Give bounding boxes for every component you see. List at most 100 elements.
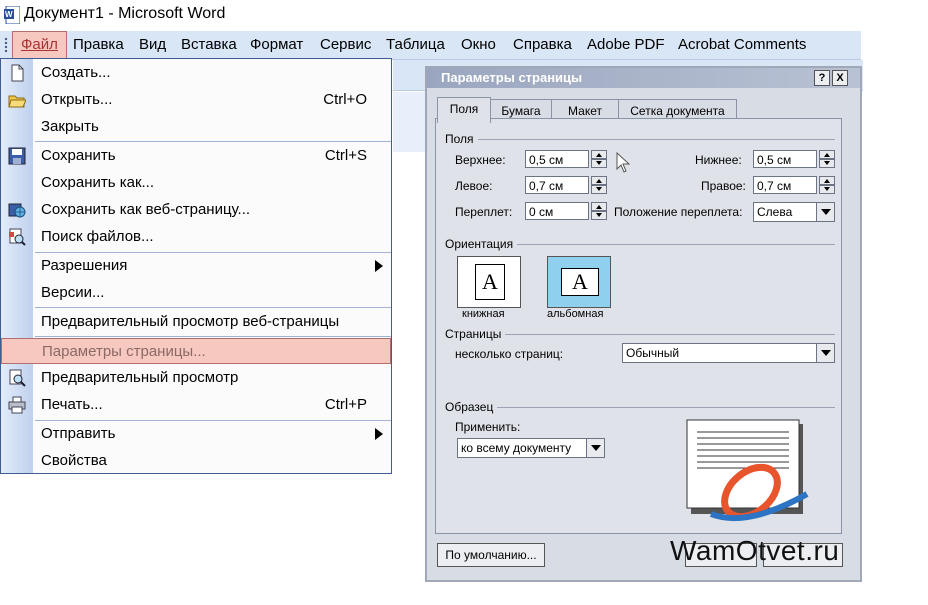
spin-up-icon[interactable]	[819, 176, 835, 185]
menu-item-print[interactable]: Печать... Ctrl+P	[1, 392, 391, 418]
multiple-pages-label: несколько страниц:	[455, 347, 564, 361]
new-document-icon	[11, 64, 24, 82]
portrait-label: книжная	[462, 308, 505, 320]
landscape-page-icon: A	[561, 268, 599, 296]
spin-up-icon[interactable]	[819, 150, 835, 159]
menu-item-save-as-web[interactable]: Сохранить как веб-страницу...	[1, 197, 391, 223]
section-divider	[445, 139, 835, 140]
orientation-section-title: Ориентация	[445, 237, 518, 251]
menu-edit[interactable]: Правка	[73, 36, 124, 53]
top-margin-spinner[interactable]: 0,5 см	[525, 150, 610, 170]
menu-item-save[interactable]: Сохранить Ctrl+S	[1, 143, 391, 169]
save-icon	[8, 147, 26, 165]
watermark-logo-icon	[709, 463, 809, 522]
chevron-down-icon[interactable]	[816, 203, 834, 221]
menu-item-page-setup[interactable]: Параметры страницы...	[1, 338, 391, 364]
landscape-option[interactable]: A	[547, 256, 611, 308]
left-margin-spinner[interactable]: 0,7 см	[525, 176, 610, 196]
menu-item-file-search[interactable]: Поиск файлов...	[1, 224, 391, 250]
spin-down-icon[interactable]	[591, 211, 607, 220]
menu-item-permissions[interactable]: Разрешения	[1, 253, 391, 279]
menu-format[interactable]: Формат	[250, 36, 303, 53]
close-button[interactable]: X	[832, 70, 848, 86]
right-margin-field[interactable]: 0,7 см	[753, 176, 817, 194]
spin-down-icon[interactable]	[819, 159, 835, 168]
save-web-icon	[8, 203, 26, 218]
spin-down-icon[interactable]	[819, 185, 835, 194]
portrait-option[interactable]: A	[457, 256, 521, 308]
print-preview-icon	[9, 369, 26, 387]
menu-item-properties[interactable]: Свойства	[1, 448, 391, 474]
menu-insert[interactable]: Вставка	[181, 36, 237, 53]
bottom-margin-spinner[interactable]: 0,5 см	[753, 150, 838, 170]
menu-table[interactable]: Таблица	[386, 36, 445, 53]
dialog-title: Параметры страницы	[441, 70, 583, 85]
spin-down-icon[interactable]	[591, 185, 607, 194]
menu-tools[interactable]: Сервис	[320, 36, 371, 53]
left-margin-field[interactable]: 0,7 см	[525, 176, 589, 194]
top-margin-field[interactable]: 0,5 см	[525, 150, 589, 168]
menu-item-versions[interactable]: Версии...	[1, 280, 391, 306]
title-bar: W Документ1 - Microsoft Word	[0, 0, 928, 30]
spin-up-icon[interactable]	[591, 150, 607, 159]
section-divider	[445, 407, 835, 408]
spin-up-icon[interactable]	[591, 176, 607, 185]
mouse-cursor-icon	[616, 152, 630, 173]
tab-margins[interactable]: Поля	[437, 97, 491, 123]
word-app-icon: W	[4, 6, 20, 24]
spin-down-icon[interactable]	[591, 159, 607, 168]
menu-help[interactable]: Справка	[513, 36, 572, 53]
default-button[interactable]: По умолчанию...	[437, 543, 545, 567]
menu-item-web-preview[interactable]: Предварительный просмотр веб-страницы	[1, 309, 391, 335]
print-icon	[8, 396, 26, 414]
chevron-down-icon[interactable]	[816, 344, 834, 362]
bottom-margin-label: Нижнее:	[695, 153, 742, 167]
menu-item-close[interactable]: Закрыть	[1, 114, 391, 140]
gutter-position-label: Положение переплета:	[614, 205, 743, 219]
gutter-label: Переплет:	[455, 205, 513, 219]
menu-acrobat-comments[interactable]: Acrobat Comments	[678, 36, 806, 53]
file-menu-dropdown: Создать... Открыть... Ctrl+O Закрыть Сох…	[0, 58, 392, 474]
landscape-label: альбомная	[547, 308, 604, 320]
multiple-pages-select[interactable]: Обычный	[622, 343, 835, 363]
menu-item-send-to[interactable]: Отправить	[1, 421, 391, 447]
gutter-spinner[interactable]: 0 см	[525, 202, 610, 222]
right-margin-spinner[interactable]: 0,7 см	[753, 176, 838, 196]
menu-bar: Файл Правка Вид Вставка Формат Сервис Та…	[0, 31, 861, 60]
menu-item-open[interactable]: Открыть... Ctrl+O	[1, 87, 391, 113]
open-folder-icon	[8, 95, 26, 108]
menu-item-new[interactable]: Создать...	[1, 60, 391, 86]
gutter-field[interactable]: 0 см	[525, 202, 589, 220]
menu-view[interactable]: Вид	[139, 36, 166, 53]
menu-adobe-pdf[interactable]: Adobe PDF	[587, 36, 665, 53]
left-margin-label: Левое:	[455, 179, 493, 193]
pages-section-title: Страницы	[445, 327, 506, 341]
bottom-margin-field[interactable]: 0,5 см	[753, 150, 817, 168]
menu-item-print-preview[interactable]: Предварительный просмотр	[1, 365, 391, 391]
file-search-icon	[9, 228, 26, 246]
apply-to-label: Применить:	[455, 420, 521, 434]
toolbar-grip-icon[interactable]	[4, 37, 8, 53]
menu-file[interactable]: Файл	[12, 31, 67, 59]
chevron-down-icon[interactable]	[586, 439, 604, 457]
page-setup-dialog: Параметры страницы ? X Поля Бумага Макет…	[425, 66, 862, 582]
menu-separator	[35, 307, 391, 308]
apply-to-select[interactable]: ко всему документу	[457, 438, 605, 458]
submenu-arrow-icon	[375, 260, 383, 272]
top-margin-label: Верхнее:	[455, 153, 506, 167]
gutter-position-select[interactable]: Слева	[753, 202, 835, 222]
right-margin-label: Правое:	[701, 179, 746, 193]
menu-window[interactable]: Окно	[461, 36, 496, 53]
dialog-title-bar: Параметры страницы ? X	[427, 68, 860, 88]
submenu-arrow-icon	[375, 428, 383, 440]
menu-separator	[35, 336, 391, 337]
spin-up-icon[interactable]	[591, 202, 607, 211]
menu-separator	[35, 141, 391, 142]
margins-section-title: Поля	[445, 132, 478, 146]
window-title: Документ1 - Microsoft Word	[24, 5, 226, 22]
portrait-page-icon: A	[475, 264, 505, 300]
sample-section-title: Образец	[445, 400, 498, 414]
help-button[interactable]: ?	[814, 70, 830, 86]
watermark-text: WamOtvet.ru	[670, 535, 840, 566]
menu-item-save-as[interactable]: Сохранить как...	[1, 170, 391, 196]
